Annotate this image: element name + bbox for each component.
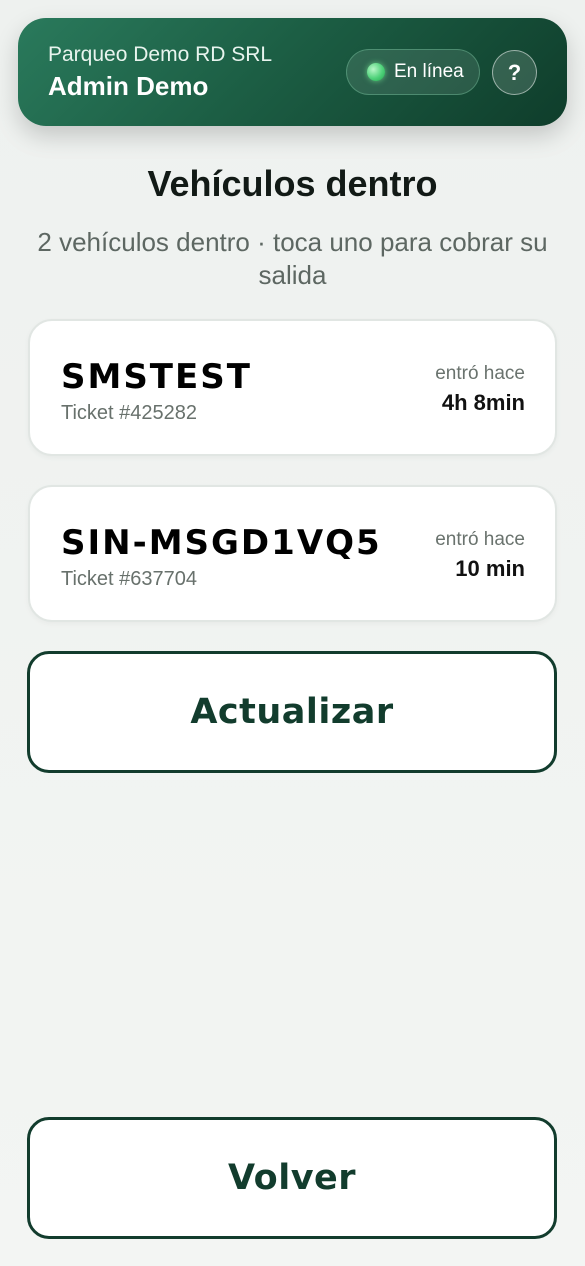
refresh-button[interactable]: Actualizar: [27, 651, 557, 773]
entered-label: entró hace: [435, 363, 525, 384]
vehicle-card[interactable]: SMSTEST Ticket #425282 entró hace 4h 8mi…: [28, 319, 557, 456]
connection-status-label: En línea: [394, 61, 464, 82]
back-button[interactable]: Volver: [27, 1117, 557, 1239]
refresh-button-label: Actualizar: [190, 692, 394, 732]
ticket-number: Ticket #425282: [61, 402, 198, 424]
organization-name: Parqueo Demo RD SRL: [48, 43, 273, 66]
page-title: Vehículos dentro: [147, 163, 438, 204]
vehicle-plate: SMSTEST: [61, 357, 252, 397]
elapsed-time: 10 min: [455, 556, 525, 581]
help-button[interactable]: ?: [492, 50, 537, 95]
app-header: Parqueo Demo RD SRL Admin Demo En línea …: [18, 18, 567, 126]
vehicle-plate: SIN-MSGD1VQ5: [61, 523, 382, 563]
elapsed-time: 4h 8min: [441, 390, 525, 415]
online-status-dot-icon: [367, 63, 385, 81]
user-name: Admin Demo: [48, 71, 209, 101]
entered-label: entró hace: [435, 529, 525, 550]
connection-status-badge: En línea: [346, 49, 480, 95]
help-question-icon: ?: [507, 59, 522, 85]
back-button-label: Volver: [227, 1158, 357, 1198]
page-subtitle: 2 vehículos dentro · toca uno para cobra…: [37, 227, 548, 290]
ticket-number: Ticket #637704: [61, 568, 198, 590]
vehicle-card[interactable]: SIN-MSGD1VQ5 Ticket #637704 entró hace 1…: [28, 485, 557, 622]
